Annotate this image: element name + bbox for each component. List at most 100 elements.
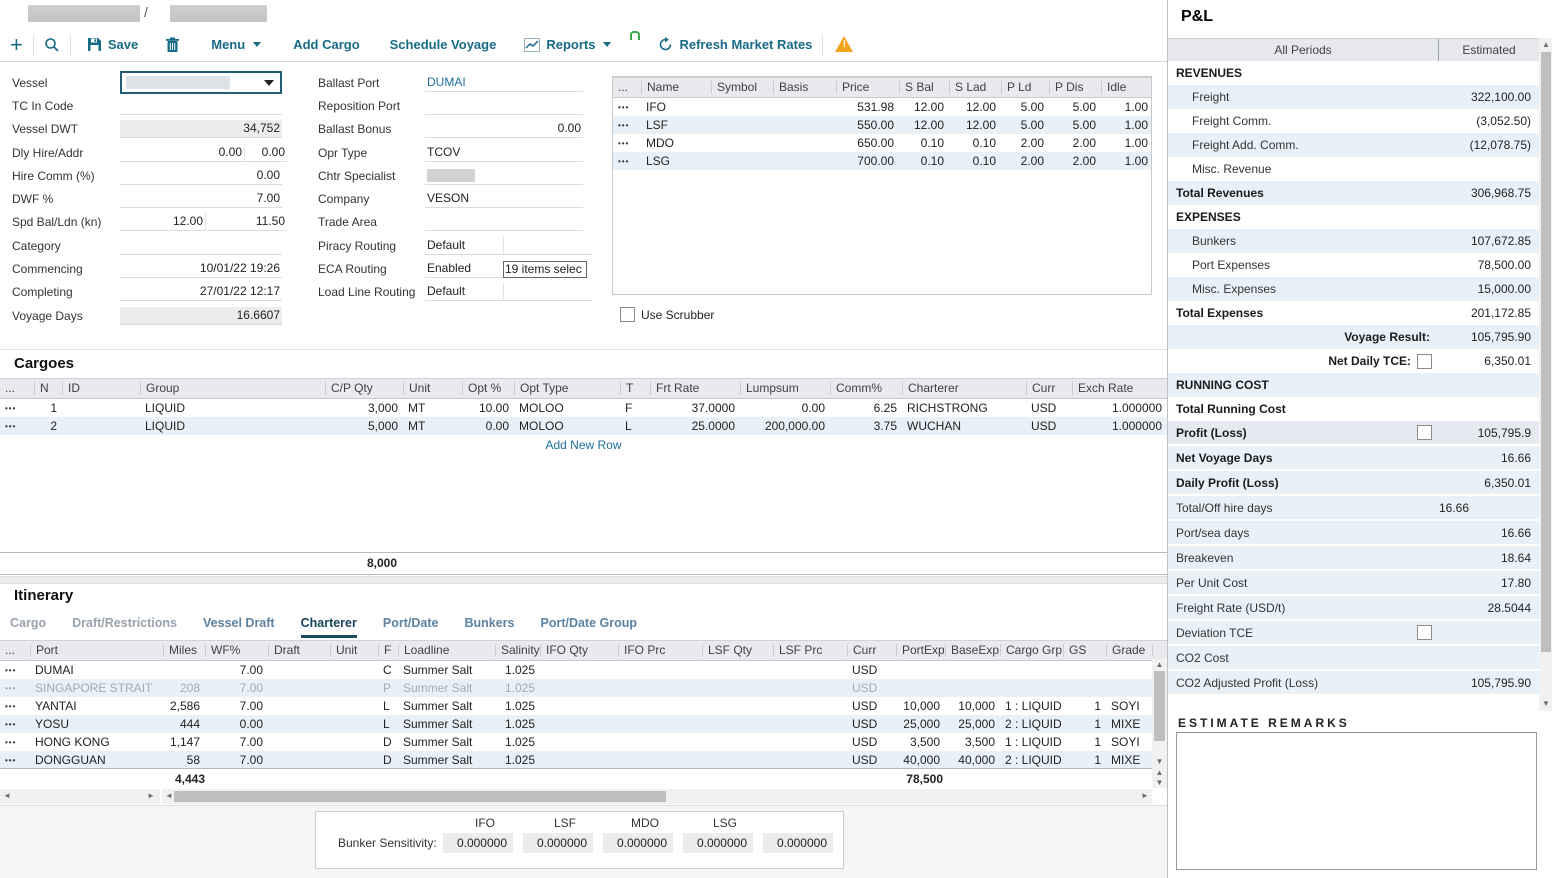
cell-unit[interactable]: MT <box>403 419 462 433</box>
cell-wf[interactable]: 0.00 <box>205 717 268 731</box>
delete-button[interactable] <box>166 37 179 53</box>
hire-comm-field[interactable]: 0.00 <box>120 167 282 185</box>
row-menu-icon[interactable]: ••• <box>0 702 30 711</box>
cell-charterer[interactable]: WUCHAN <box>902 419 1026 433</box>
vessel-field[interactable] <box>120 71 282 94</box>
piracy-routing-field[interactable]: Default <box>425 236 583 255</box>
refresh-market-rates-button[interactable]: Refresh Market Rates <box>658 37 812 52</box>
row-menu-icon[interactable]: ••• <box>0 422 34 431</box>
cell-port[interactable]: DONGGUAN <box>30 753 163 767</box>
use-scrubber-checkbox[interactable]: Use Scrubber <box>620 307 714 322</box>
cell-name[interactable]: MDO <box>641 136 711 150</box>
row-menu-icon[interactable]: ••• <box>613 121 641 130</box>
cell-portexp[interactable]: 25,000 <box>896 717 945 731</box>
cell-comm[interactable]: 6.25 <box>830 401 902 415</box>
cell-miles[interactable]: 208 <box>163 681 205 695</box>
cell-gs[interactable]: 1 <box>1063 735 1106 749</box>
cell-gs[interactable]: 1 <box>1063 717 1106 731</box>
tab-port-date-group[interactable]: Port/Date Group <box>540 616 637 638</box>
cell-portexp[interactable]: 10,000 <box>896 699 945 713</box>
cell-f[interactable]: L <box>378 699 398 713</box>
itinerary-row[interactable]: •••DUMAI7.00CSummer Salt1.025USD <box>0 661 1167 679</box>
cell-s-lad[interactable]: 12.00 <box>949 100 1001 114</box>
company-field[interactable]: VESON <box>425 190 583 208</box>
bsens-value-1[interactable]: 0.000000 <box>443 833 513 853</box>
bunker-row[interactable]: •••LSF550.0012.0012.005.005.001.00 <box>613 116 1151 134</box>
cell-curr[interactable]: USD <box>847 735 896 749</box>
cell-p-ld[interactable]: 2.00 <box>1001 136 1049 150</box>
cell-frt-rate[interactable]: 37.0000 <box>650 401 740 415</box>
spd-bal-ldn-kn-field-1[interactable]: 12.00 <box>120 213 205 231</box>
tab-draft-restrictions[interactable]: Draft/Restrictions <box>72 616 177 638</box>
cell-idle[interactable]: 1.00 <box>1101 100 1152 114</box>
menu-button[interactable]: Menu <box>211 37 261 52</box>
cell-loadline[interactable]: Summer Salt <box>398 681 495 695</box>
checkbox-icon[interactable] <box>620 307 635 322</box>
cell-group[interactable]: LIQUID <box>140 419 325 433</box>
cell-miles[interactable]: 2,586 <box>163 699 205 713</box>
category-field[interactable] <box>120 237 282 255</box>
cell-n[interactable]: 2 <box>34 419 62 433</box>
cell-p-ld[interactable]: 5.00 <box>1001 118 1049 132</box>
cell-p-dis[interactable]: 2.00 <box>1049 154 1101 168</box>
cell-curr[interactable]: USD <box>847 681 896 695</box>
cell-opt[interactable]: 10.00 <box>462 401 514 415</box>
estimate-remarks-input[interactable] <box>1176 732 1537 870</box>
cell-salinity[interactable]: 1.025 <box>495 717 540 731</box>
cell-cargo-grp[interactable]: 2 : LIQUID <box>1000 753 1063 767</box>
cell-grade[interactable]: SOYI <box>1106 699 1152 713</box>
eca-routing-selection[interactable]: 19 items selec <box>503 261 587 278</box>
cell-wf[interactable]: 7.00 <box>205 699 268 713</box>
bsens-value-5[interactable]: 0.000000 <box>763 833 833 853</box>
schedule-voyage-button[interactable]: Schedule Voyage <box>390 37 497 52</box>
cell-name[interactable]: LSG <box>641 154 711 168</box>
cell-loadline[interactable]: Summer Salt <box>398 753 495 767</box>
cell-f[interactable]: P <box>378 681 398 695</box>
cell-curr[interactable]: USD <box>1026 401 1072 415</box>
cell-price[interactable]: 531.98 <box>836 100 899 114</box>
checkbox-icon[interactable] <box>1417 625 1432 640</box>
cell-opt-type[interactable]: MOLOO <box>514 401 620 415</box>
row-menu-icon[interactable]: ••• <box>613 139 641 148</box>
cell-cargo-grp[interactable]: 1 : LIQUID <box>1000 735 1063 749</box>
pnl-period-header[interactable]: All Periods <box>1168 43 1438 57</box>
cell-f[interactable]: C <box>378 663 398 677</box>
load-line-routing-field[interactable]: Default <box>425 283 583 302</box>
cell-exch-rate[interactable]: 1.000000 <box>1072 419 1167 433</box>
cell-grade[interactable]: SOYI <box>1106 735 1152 749</box>
chtr-specialist-field[interactable] <box>425 167 583 185</box>
cell-opt[interactable]: 0.00 <box>462 419 514 433</box>
cell-s-bal[interactable]: 12.00 <box>899 118 949 132</box>
reports-button[interactable]: Reports <box>524 37 611 52</box>
cell-salinity[interactable]: 1.025 <box>495 681 540 695</box>
bunker-row[interactable]: •••LSG700.000.100.102.002.001.00 <box>613 152 1151 170</box>
cell-salinity[interactable]: 1.025 <box>495 663 540 677</box>
add-new-row-link[interactable]: Add New Row <box>0 438 1167 452</box>
bunker-row[interactable]: •••MDO650.000.100.102.002.001.00 <box>613 134 1151 152</box>
ballast-bonus-field[interactable]: 0.00 <box>425 120 583 138</box>
lock-button[interactable] <box>627 37 640 53</box>
cell-cargo-grp[interactable]: 1 : LIQUID <box>1000 699 1063 713</box>
cell-s-bal[interactable]: 0.10 <box>899 154 949 168</box>
row-menu-icon[interactable]: ••• <box>0 684 30 693</box>
opr-type-field[interactable]: TCOV <box>425 144 583 162</box>
cell-curr[interactable]: USD <box>847 753 896 767</box>
cell-baseexp[interactable]: 25,000 <box>945 717 1000 731</box>
cargo-row[interactable]: •••1LIQUID3,000MT10.00MOLOOF37.00000.006… <box>0 399 1167 417</box>
cell-miles[interactable]: 444 <box>163 717 205 731</box>
tab-port-date[interactable]: Port/Date <box>383 616 439 638</box>
cell-baseexp[interactable]: 3,500 <box>945 735 1000 749</box>
dly-hire-addr-field-2[interactable]: 0.00 <box>244 144 287 162</box>
spd-bal-ldn-kn-field[interactable]: 12.0011.50 <box>120 213 282 232</box>
cell-salinity[interactable]: 1.025 <box>495 699 540 713</box>
bunker-row[interactable]: •••IFO531.9812.0012.005.005.001.00 <box>613 98 1151 116</box>
ballast-port-field[interactable]: DUMAI <box>425 74 583 92</box>
itinerary-hscrollbar[interactable]: ◄ ► <box>162 789 1152 804</box>
cell-p-dis[interactable]: 5.00 <box>1049 118 1101 132</box>
cell-loadline[interactable]: Summer Salt <box>398 663 495 677</box>
new-estimate-button[interactable]: + <box>10 35 23 55</box>
save-button[interactable]: Save <box>87 37 138 52</box>
cell-curr[interactable]: USD <box>847 717 896 731</box>
completing-field[interactable]: 27/01/22 12:17 <box>120 283 282 301</box>
cell-miles[interactable]: 58 <box>163 753 205 767</box>
